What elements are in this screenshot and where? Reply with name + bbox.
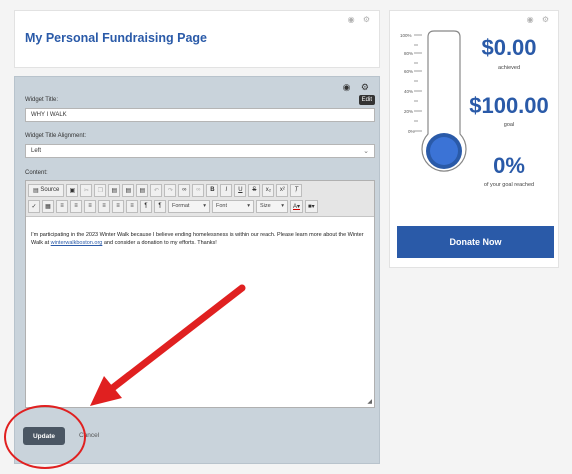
thermometer-widget: ◉ ⚙ 100% 80% 60% 40% 20% 0% $0.00 achiev… bbox=[389, 10, 559, 268]
goal-amount: $100.00 bbox=[469, 93, 549, 118]
achieved-amount: $0.00 bbox=[481, 35, 537, 60]
tick-label: 100% bbox=[400, 33, 412, 38]
tick-label: 20% bbox=[404, 109, 413, 114]
percent-reached: 0% bbox=[493, 153, 525, 178]
tick-label: 60% bbox=[404, 69, 413, 74]
donate-now-button[interactable]: Donate Now bbox=[397, 226, 554, 258]
tick-label: 40% bbox=[404, 89, 413, 94]
percent-label: of your goal reached bbox=[483, 182, 535, 188]
achieved-label: achieved bbox=[497, 65, 521, 71]
tick-label: 80% bbox=[404, 51, 413, 56]
tick-label: 0% bbox=[408, 129, 415, 134]
goal-label: goal bbox=[503, 122, 515, 128]
widget-controls[interactable]: ◉ ⚙ bbox=[527, 15, 552, 24]
